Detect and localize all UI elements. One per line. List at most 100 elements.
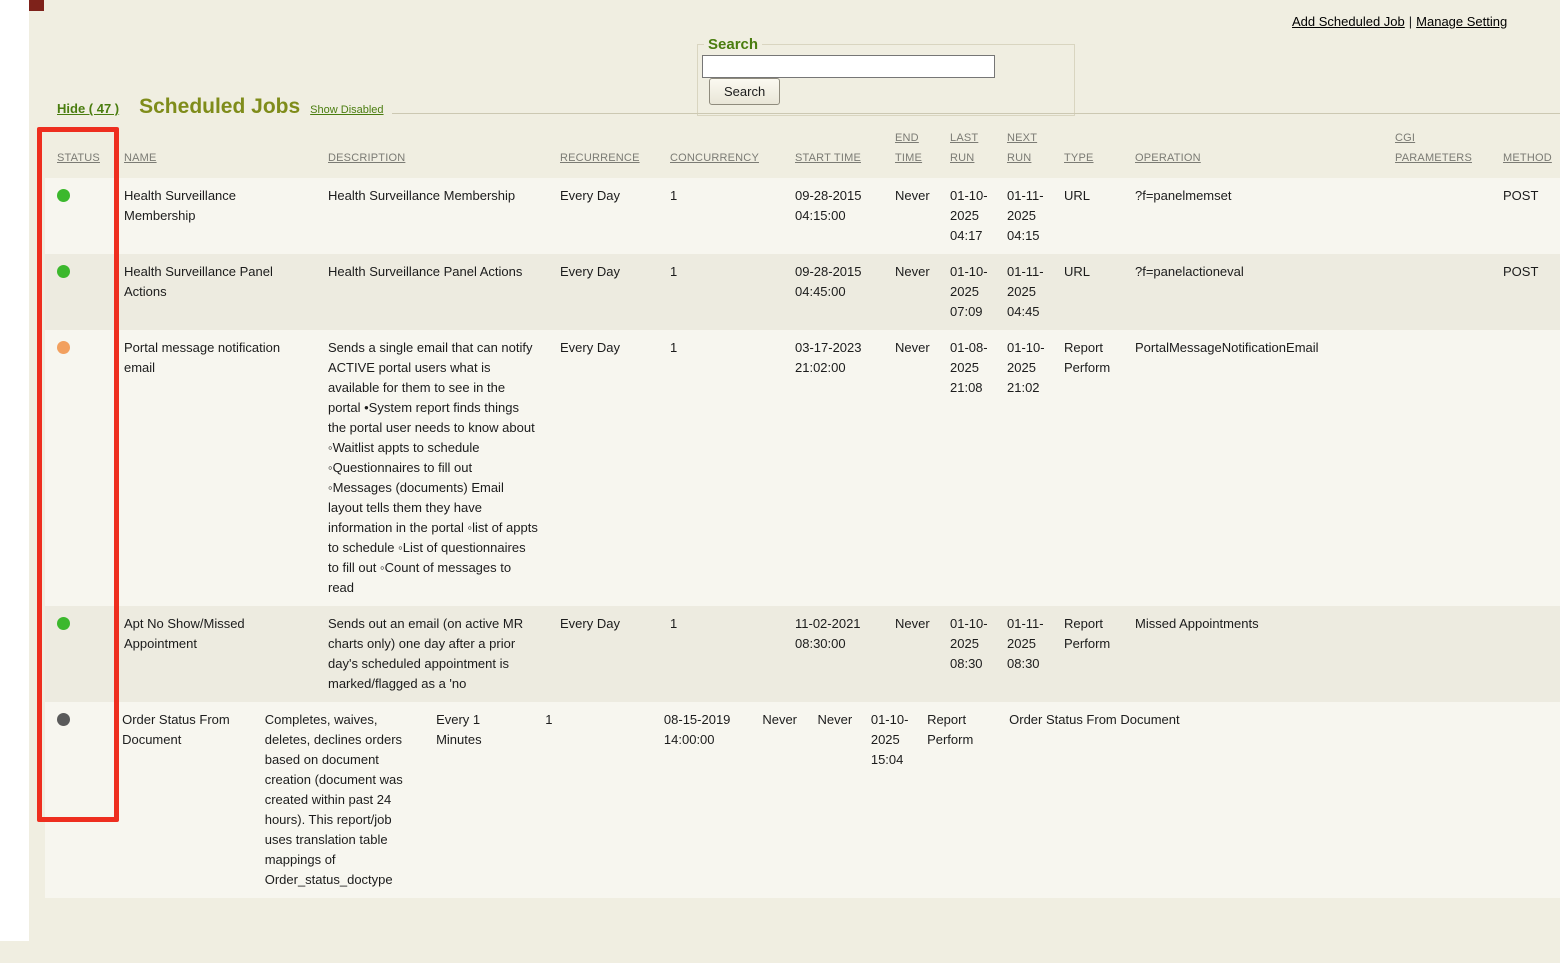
operation-cell: ?f=panelmemset: [1123, 178, 1383, 214]
status-dot[interactable]: [57, 265, 70, 278]
end-time-cell: Never: [883, 178, 938, 214]
name-cell: Portal message notification email: [112, 330, 316, 386]
col-header-concurrency: CONCURRENCY: [658, 140, 783, 176]
col-header-last-run: LAST RUN: [938, 120, 995, 176]
end-time-cell: Never: [883, 606, 938, 642]
col-header-end-time: END TIME: [883, 120, 938, 176]
description-cell: Completes, waives, deletes, declines ord…: [253, 702, 424, 898]
scheduled-jobs-table: STATUS NAME DESCRIPTION RECURRENCE CONCU…: [45, 120, 1560, 898]
start-time-cell: 09-28-2015 04:15:00: [783, 178, 883, 234]
page-title: Scheduled Jobs: [139, 95, 300, 119]
operation-cell: ?f=panelactioneval: [1123, 254, 1383, 290]
end-time-cell: Never: [750, 702, 805, 738]
end-time-cell: Never: [883, 254, 938, 290]
left-margin-strip: [0, 0, 29, 941]
method-cell: POST: [1491, 254, 1548, 290]
scheduled-jobs-header: Hide ( 47 ) Scheduled Jobs Show Disabled: [45, 95, 1560, 119]
recurrence-cell: Every 1 Minutes: [424, 702, 533, 758]
fieldset-border-line: [392, 113, 1560, 114]
concurrency-cell: 1: [658, 606, 783, 642]
header-action-links: Add Scheduled Job|Manage Setting: [1292, 14, 1507, 29]
next-run-cell: 01-10-2025 15:04: [859, 702, 915, 778]
status-cell: [45, 702, 110, 740]
cgi-parameters-cell: [1383, 606, 1491, 622]
name-cell: Apt No Show/Missed Appointment: [112, 606, 316, 662]
status-dot[interactable]: [57, 713, 70, 726]
col-header-cgi-parameters: CGI PARAMETERS: [1383, 120, 1491, 176]
recurrence-cell: Every Day: [548, 330, 658, 366]
scheduled-jobs-page: Add Scheduled Job|Manage Setting Search …: [0, 0, 1560, 963]
col-header-type: TYPE: [1052, 140, 1123, 176]
recurrence-cell: Every Day: [548, 178, 658, 214]
start-time-cell: 09-28-2015 04:45:00: [783, 254, 883, 310]
col-header-status: STATUS: [45, 140, 112, 176]
start-time-cell: 03-17-2023 21:02:00: [783, 330, 883, 386]
col-header-description: DESCRIPTION: [316, 140, 548, 176]
last-run-cell: Never: [806, 702, 859, 738]
cgi-parameters-cell: [1383, 254, 1491, 270]
method-cell: [1491, 606, 1548, 622]
start-time-cell: 08-15-2019 14:00:00: [652, 702, 750, 758]
status-cell: [45, 330, 112, 368]
cgi-parameters-cell: [1400, 702, 1504, 718]
search-input[interactable]: [702, 55, 995, 78]
next-run-cell: 01-11-2025 04:45: [995, 254, 1052, 330]
cgi-parameters-cell: [1383, 178, 1491, 194]
concurrency-cell: 1: [533, 702, 652, 738]
next-run-cell: 01-11-2025 04:15: [995, 178, 1052, 254]
description-cell: Sends out an email (on active MR charts …: [316, 606, 548, 702]
concurrency-cell: 1: [658, 330, 783, 366]
status-cell: [45, 606, 112, 644]
operation-cell: Order Status From Document: [997, 702, 1400, 738]
concurrency-cell: 1: [658, 178, 783, 214]
type-cell: URL: [1052, 254, 1123, 290]
last-run-cell: 01-10-2025 04:17: [938, 178, 995, 254]
col-header-next-run: NEXT RUN: [995, 120, 1052, 176]
col-header-start-time: START TIME: [783, 140, 883, 176]
col-header-operation: OPERATION: [1123, 140, 1383, 176]
description-cell: Health Surveillance Panel Actions: [316, 254, 548, 290]
name-cell: Health Surveillance Panel Actions: [112, 254, 316, 310]
table-row: Health Surveillance Membership Health Su…: [45, 178, 1560, 254]
hide-count-link[interactable]: Hide ( 47 ): [57, 101, 119, 116]
table-row: Apt No Show/Missed Appointment Sends out…: [45, 606, 1560, 702]
status-cell: [45, 254, 112, 292]
show-disabled-link[interactable]: Show Disabled: [310, 104, 383, 116]
last-run-cell: 01-10-2025 08:30: [938, 606, 995, 682]
table-row: Order Status From Document Completes, wa…: [45, 702, 1560, 898]
method-cell: POST: [1491, 178, 1548, 214]
table-row: Portal message notification email Sends …: [45, 330, 1560, 606]
recurrence-cell: Every Day: [548, 606, 658, 642]
next-run-cell: 01-10-2025 21:02: [995, 330, 1052, 406]
link-separator: |: [1405, 14, 1416, 29]
name-cell: Order Status From Document: [110, 702, 253, 758]
description-cell: Sends a single email that can notify ACT…: [316, 330, 548, 606]
next-run-cell: 01-11-2025 08:30: [995, 606, 1052, 682]
operation-cell: Missed Appointments: [1123, 606, 1383, 642]
last-run-cell: 01-08-2025 21:08: [938, 330, 995, 406]
name-cell: Health Surveillance Membership: [112, 178, 316, 234]
type-cell: Report Perform: [1052, 606, 1123, 662]
end-time-cell: Never: [883, 330, 938, 366]
method-cell: [1491, 330, 1548, 346]
col-header-name: NAME: [112, 140, 316, 176]
type-cell: URL: [1052, 178, 1123, 214]
operation-cell: PortalMessageNotificationEmail: [1123, 330, 1383, 366]
col-header-recurrence: RECURRENCE: [548, 140, 658, 176]
manage-settings-link[interactable]: Manage Setting: [1416, 14, 1507, 29]
col-header-method: METHOD: [1491, 140, 1548, 176]
status-dot[interactable]: [57, 617, 70, 630]
cgi-parameters-cell: [1383, 330, 1491, 346]
status-dot[interactable]: [57, 189, 70, 202]
start-time-cell: 11-02-2021 08:30:00: [783, 606, 883, 662]
status-cell: [45, 178, 112, 216]
status-dot[interactable]: [57, 341, 70, 354]
method-cell: [1505, 702, 1560, 718]
concurrency-cell: 1: [658, 254, 783, 290]
recurrence-cell: Every Day: [548, 254, 658, 290]
table-header-row: STATUS NAME DESCRIPTION RECURRENCE CONCU…: [45, 120, 1560, 178]
type-cell: Report Perform: [1052, 330, 1123, 386]
add-scheduled-job-link[interactable]: Add Scheduled Job: [1292, 14, 1405, 29]
last-run-cell: 01-10-2025 07:09: [938, 254, 995, 330]
description-cell: Health Surveillance Membership: [316, 178, 548, 214]
